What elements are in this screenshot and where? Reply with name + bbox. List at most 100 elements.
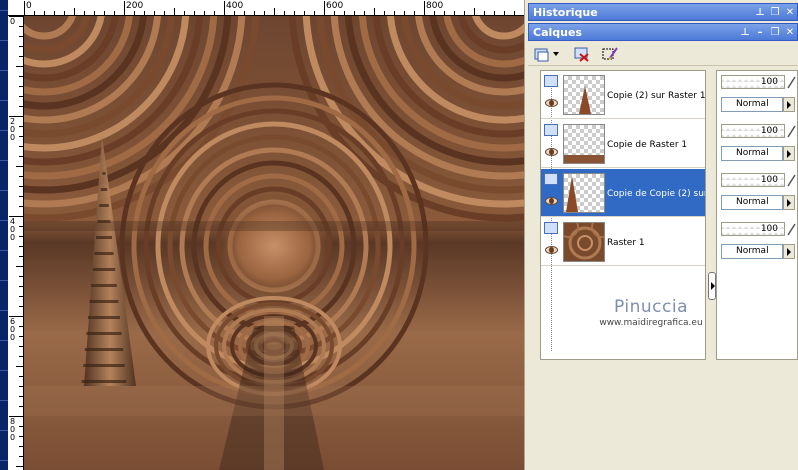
blend-mode-arrow-button[interactable] xyxy=(783,195,795,210)
ruler-tick xyxy=(194,11,195,15)
opacity-slider[interactable]: 100 xyxy=(721,75,785,89)
new-layer-dropdown[interactable] xyxy=(552,45,560,63)
layer-group-icon[interactable] xyxy=(544,173,558,185)
layer-properties: 100 Normal xyxy=(719,218,798,266)
ruler-tick xyxy=(19,276,23,277)
ruler-tick xyxy=(154,11,155,15)
pin-icon[interactable]: ⊥ xyxy=(740,24,750,42)
layer-properties-column: 100 Normal 100 Normal 100 Normal 100 Nor… xyxy=(716,70,798,360)
ruler-tick xyxy=(19,336,23,337)
pin-icon[interactable]: ⊥ xyxy=(755,4,765,22)
ruler-tick xyxy=(54,11,55,15)
strip-tick xyxy=(0,250,8,251)
ruler-tick xyxy=(19,196,23,197)
blend-mode-arrow-button[interactable] xyxy=(783,244,795,259)
restore-icon[interactable]: ❐ xyxy=(770,4,780,22)
ruler-tick xyxy=(434,11,435,15)
panel-splitter-handle[interactable] xyxy=(708,272,716,300)
ruler-tick xyxy=(19,186,23,187)
new-layer-button[interactable] xyxy=(532,45,552,63)
layers-panel: Copie (2) sur Raster 1 Copie de Raster 1… xyxy=(528,66,798,470)
pencil-icon[interactable] xyxy=(787,75,797,89)
ruler-tick xyxy=(19,426,23,427)
layer-row[interactable]: Copie de Raster 1 xyxy=(541,120,705,168)
ruler-left-label: 200 xyxy=(9,117,16,142)
ruler-tick xyxy=(19,86,23,87)
restore-icon[interactable]: ❐ xyxy=(770,24,780,42)
ruler-tick xyxy=(19,306,23,307)
opacity-slider[interactable]: 100 xyxy=(721,124,785,138)
ruler-tick xyxy=(334,11,335,15)
blend-mode-select[interactable]: Normal xyxy=(721,146,783,161)
ruler-tick xyxy=(19,206,23,207)
visibility-eye-icon[interactable] xyxy=(545,246,558,254)
visibility-eye-icon[interactable] xyxy=(545,148,558,156)
spire-band xyxy=(89,300,119,303)
ruler-tick xyxy=(504,11,505,15)
layer-properties: 100 Normal xyxy=(719,71,798,119)
ruler-tick xyxy=(19,296,23,297)
ruler-tick xyxy=(19,156,23,157)
ruler-left: 0 200 400 600 800 xyxy=(8,16,24,470)
strip-tick xyxy=(0,220,8,221)
layer-row-selected[interactable]: Copie de Copie (2) sur Raster 1 xyxy=(541,169,705,217)
strip-tick xyxy=(0,280,8,281)
ruler-top: 0 200 400 600 800 xyxy=(8,0,524,16)
spire-band xyxy=(86,332,122,335)
visibility-eye-icon[interactable] xyxy=(545,99,558,107)
layer-row[interactable]: Copie (2) sur Raster 1 xyxy=(541,71,705,119)
layer-properties: 100 Normal xyxy=(719,169,798,217)
ruler-tick xyxy=(404,11,405,15)
ruler-tick xyxy=(19,406,23,407)
opacity-slider[interactable]: 100 xyxy=(721,222,785,236)
history-palette-title-bar[interactable]: Historique ⊥ ❐ ✕ xyxy=(528,3,798,21)
image-canvas[interactable] xyxy=(24,16,524,470)
spire-band xyxy=(96,236,112,239)
visibility-eye-icon[interactable] xyxy=(545,197,558,205)
dropdown-arrow-icon xyxy=(553,52,559,56)
spire-band xyxy=(83,364,125,367)
pencil-icon[interactable] xyxy=(787,222,797,236)
close-icon[interactable]: ✕ xyxy=(785,4,795,22)
ruler-tick xyxy=(244,11,245,15)
ruler-tick xyxy=(19,386,23,387)
ruler-tick xyxy=(19,396,23,397)
ruler-tick xyxy=(234,11,235,15)
layer-row[interactable]: Raster 1 xyxy=(541,218,705,266)
strip-tick xyxy=(0,130,8,131)
delete-layer-button[interactable] xyxy=(572,45,592,63)
pencil-icon[interactable] xyxy=(787,173,797,187)
minimize-icon[interactable]: – xyxy=(755,24,765,42)
ruler-tick xyxy=(9,416,23,417)
ruler-tick xyxy=(354,11,355,15)
ruler-tick xyxy=(84,11,85,15)
ruler-tick xyxy=(19,76,23,77)
ruler-tick xyxy=(19,106,23,107)
ruler-tick xyxy=(424,1,425,15)
spire-band xyxy=(84,348,124,351)
pencil-icon[interactable] xyxy=(787,124,797,138)
layer-name: Copie de Raster 1 xyxy=(607,140,688,150)
layer-group-icon[interactable] xyxy=(544,75,558,87)
layer-group-icon[interactable] xyxy=(544,124,558,136)
blend-mode-arrow-button[interactable] xyxy=(783,146,795,161)
layer-name: Copie (2) sur Raster 1 xyxy=(607,91,705,101)
layers-palette-title: Calques xyxy=(533,26,582,39)
spire-band xyxy=(94,252,114,255)
edit-selection-button[interactable] xyxy=(600,45,620,63)
ruler-tick xyxy=(494,11,495,15)
ruler-tick xyxy=(314,11,315,15)
ruler-tick xyxy=(19,436,23,437)
ruler-tick xyxy=(484,11,485,15)
ruler-tick xyxy=(214,11,215,15)
spire-band xyxy=(81,380,127,383)
ruler-tick xyxy=(364,11,365,15)
blend-mode-arrow-button[interactable] xyxy=(783,97,795,112)
layers-palette-title-bar[interactable]: Calques ⊥ – ❐ ✕ xyxy=(528,23,798,41)
blend-mode-select[interactable]: Normal xyxy=(721,97,783,112)
close-icon[interactable]: ✕ xyxy=(785,24,795,42)
blend-mode-select[interactable]: Normal xyxy=(721,244,783,259)
opacity-slider[interactable]: 100 xyxy=(721,173,785,187)
blend-mode-select[interactable]: Normal xyxy=(721,195,783,210)
layer-group-icon[interactable] xyxy=(544,222,558,234)
